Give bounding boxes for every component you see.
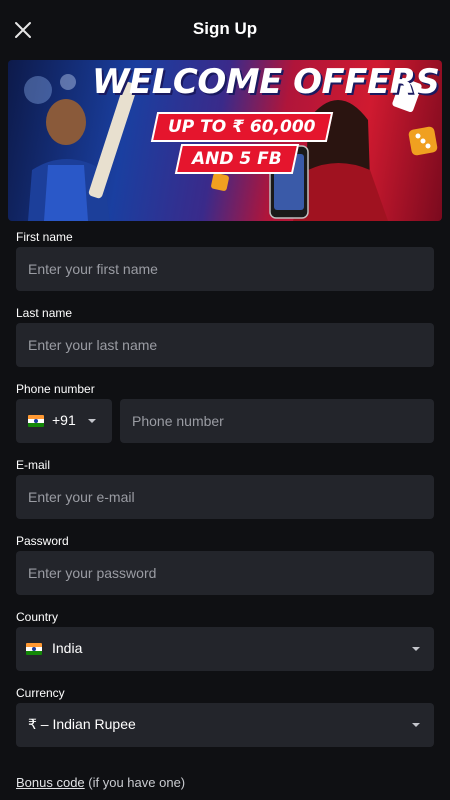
banner-offer-line2: AND 5 FB [174, 144, 299, 174]
password-label: Password [16, 534, 69, 548]
currency-select[interactable]: ₹ – Indian Rupee [16, 703, 434, 747]
email-placeholder: Enter your e-mail [28, 489, 135, 505]
india-flag-icon [26, 643, 42, 655]
email-input[interactable]: Enter your e-mail [16, 475, 434, 519]
chevron-down-icon [412, 723, 420, 727]
currency-label: Currency [16, 686, 65, 700]
bonus-code-row: Bonus code (if you have one) [16, 775, 185, 790]
last-name-label: Last name [16, 306, 73, 320]
last-name-placeholder: Enter your last name [28, 337, 158, 353]
phone-number-input[interactable]: Phone number [120, 399, 434, 443]
first-name-placeholder: Enter your first name [28, 261, 158, 277]
first-name-input[interactable]: Enter your first name [16, 247, 434, 291]
country-value: India [52, 640, 83, 656]
currency-value: ₹ – Indian Rupee [28, 716, 136, 732]
country-label: Country [16, 610, 59, 624]
country-select[interactable]: India [16, 627, 434, 671]
page-title: Sign Up [192, 19, 258, 38]
header: Sign Up [0, 0, 450, 60]
dial-code-select[interactable]: +91 [16, 399, 112, 443]
dial-code-value: +91 [52, 412, 76, 428]
chevron-down-icon [412, 647, 420, 651]
phone-placeholder: Phone number [132, 413, 224, 429]
last-name-input[interactable]: Enter your last name [16, 323, 434, 367]
banner-offer-line1: UP TO ₹ 60,000 [150, 112, 333, 142]
banner-headline: WELCOME OFFERS [92, 62, 440, 102]
first-name-label: First name [16, 230, 73, 244]
bonus-code-note: (if you have one) [88, 775, 186, 790]
password-input[interactable]: Enter your password [16, 551, 434, 595]
bonus-code-link[interactable]: Bonus code [16, 775, 85, 790]
password-placeholder: Enter your password [28, 565, 157, 581]
phone-label: Phone number [16, 382, 95, 396]
india-flag-icon [28, 415, 44, 427]
email-label: E-mail [16, 458, 51, 472]
promo-banner[interactable]: WELCOME OFFERS UP TO ₹ 60,000 AND 5 FB [8, 60, 442, 221]
chevron-down-icon [88, 419, 96, 423]
